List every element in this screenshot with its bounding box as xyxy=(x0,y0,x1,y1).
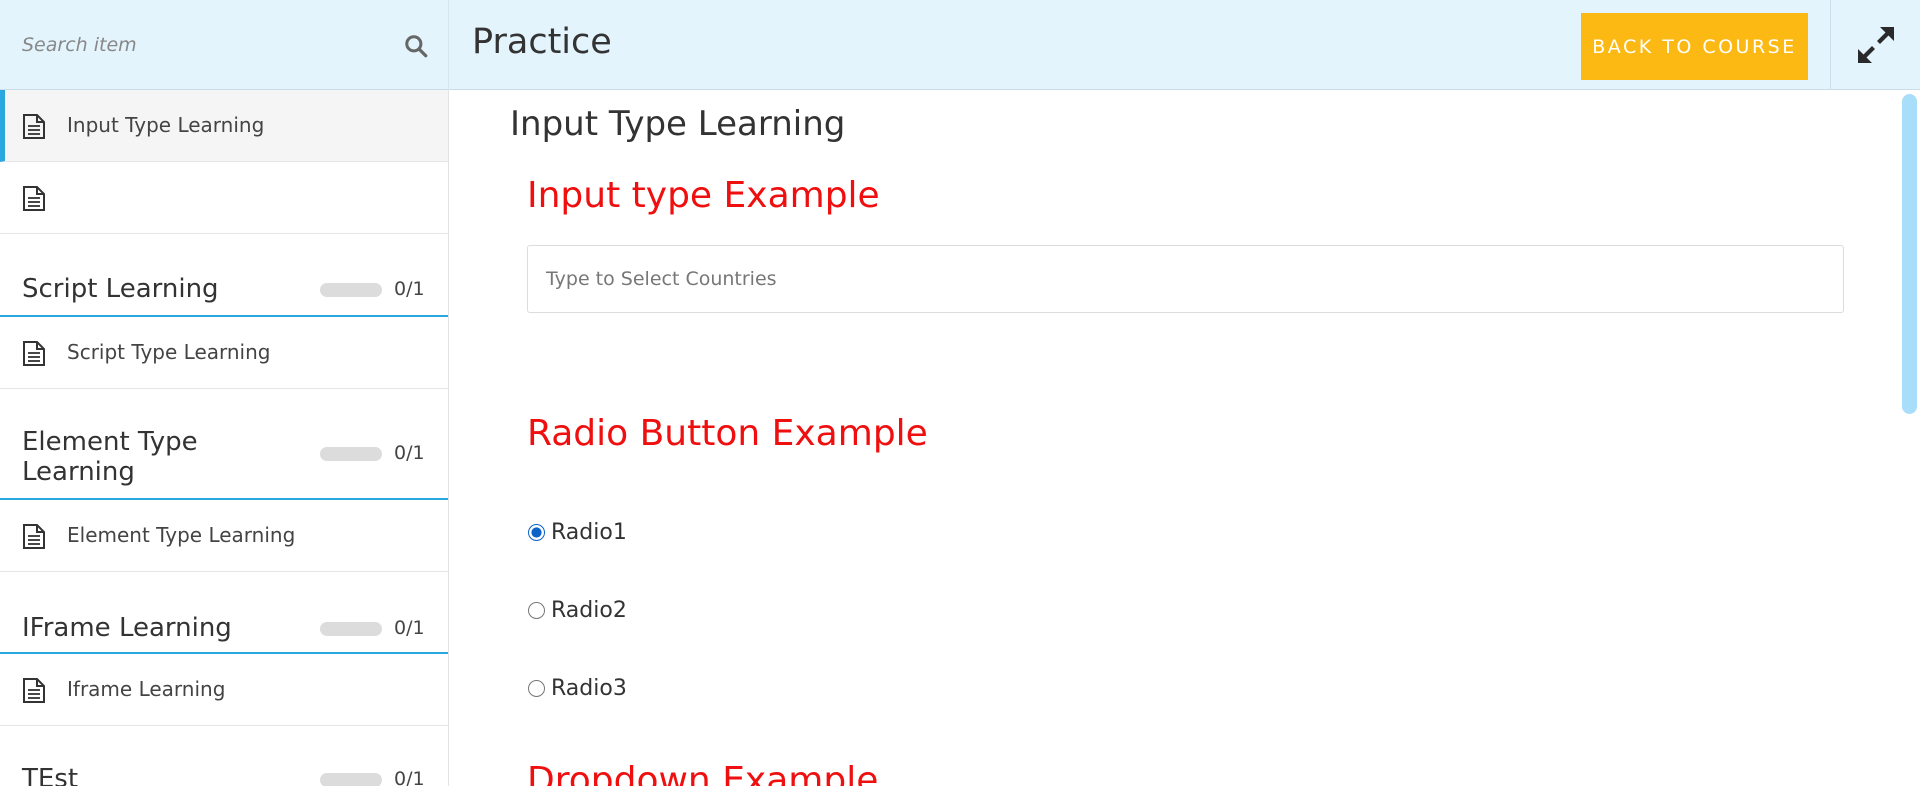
document-icon xyxy=(23,524,45,549)
section-progress-bar xyxy=(320,622,382,636)
section-title: TEst xyxy=(22,764,79,786)
section-progress-bar xyxy=(320,283,382,297)
sidebar-item-untitled[interactable] xyxy=(0,162,448,234)
radio-label: Radio2 xyxy=(551,597,627,623)
sidebar-item-label: Element Type Learning xyxy=(67,523,296,547)
section-header-test[interactable]: TEst 0/1 xyxy=(0,726,448,786)
radio2-button[interactable] xyxy=(528,601,545,619)
search-box xyxy=(0,0,449,90)
course-sidebar: Input Type Learning Script Learning 0/1 … xyxy=(0,90,449,786)
back-to-course-button[interactable]: BACK TO COURSE xyxy=(1581,13,1808,80)
sidebar-item-script-type-learning[interactable]: Script Type Learning xyxy=(0,317,448,389)
radio3-button[interactable] xyxy=(528,679,545,697)
document-icon xyxy=(23,678,45,703)
country-autocomplete-input[interactable] xyxy=(527,245,1844,313)
content-scrollbar[interactable] xyxy=(1899,90,1920,786)
radio-example-heading: Radio Button Example xyxy=(527,413,928,454)
scrollbar-thumb[interactable] xyxy=(1902,94,1917,414)
sidebar-item-label: Iframe Learning xyxy=(67,677,226,701)
section-progress-bar xyxy=(320,773,382,786)
section-progress-bar xyxy=(320,447,382,461)
section-title: IFrame Learning xyxy=(22,613,232,643)
sidebar-item-label: Script Type Learning xyxy=(67,340,271,364)
fullscreen-toggle[interactable] xyxy=(1830,0,1920,90)
sidebar-item-label: Input Type Learning xyxy=(67,113,265,137)
expand-icon[interactable] xyxy=(1856,25,1896,65)
radio1-button[interactable] xyxy=(528,523,545,541)
top-header: Practice BACK TO COURSE xyxy=(0,0,1920,90)
radio-label: Radio3 xyxy=(551,675,627,701)
dropdown-example-heading: Dropdown Example xyxy=(527,760,879,786)
lesson-title: Input Type Learning xyxy=(510,104,846,144)
section-header-iframe-learning[interactable]: IFrame Learning 0/1 xyxy=(0,572,448,654)
search-input[interactable] xyxy=(22,28,382,62)
section-progress-count: 0/1 xyxy=(394,768,425,786)
section-progress-count: 0/1 xyxy=(394,278,425,300)
section-header-script-learning[interactable]: Script Learning 0/1 xyxy=(0,235,448,317)
radio-option-2[interactable]: Radio2 xyxy=(527,595,627,625)
sidebar-item-element-type-learning[interactable]: Element Type Learning xyxy=(0,500,448,572)
page-title: Practice xyxy=(472,22,612,62)
document-icon xyxy=(23,114,45,139)
section-progress-count: 0/1 xyxy=(394,442,425,464)
radio-option-1[interactable]: Radio1 xyxy=(527,517,627,547)
section-title: Element Type Learning xyxy=(22,427,198,487)
input-example-heading: Input type Example xyxy=(527,175,880,216)
document-icon xyxy=(23,186,45,211)
section-title: Script Learning xyxy=(22,274,219,304)
search-icon[interactable] xyxy=(403,33,429,59)
sidebar-item-input-type-learning[interactable]: Input Type Learning xyxy=(0,90,448,162)
radio-label: Radio1 xyxy=(551,519,627,545)
section-progress-count: 0/1 xyxy=(394,617,425,639)
radio-option-3[interactable]: Radio3 xyxy=(527,673,627,703)
lesson-content: Input Type Learning Input type Example R… xyxy=(449,90,1899,786)
sidebar-item-iframe-learning[interactable]: Iframe Learning xyxy=(0,654,448,726)
document-icon xyxy=(23,341,45,366)
section-header-element-type-learning[interactable]: Element Type Learning 0/1 xyxy=(0,389,448,500)
